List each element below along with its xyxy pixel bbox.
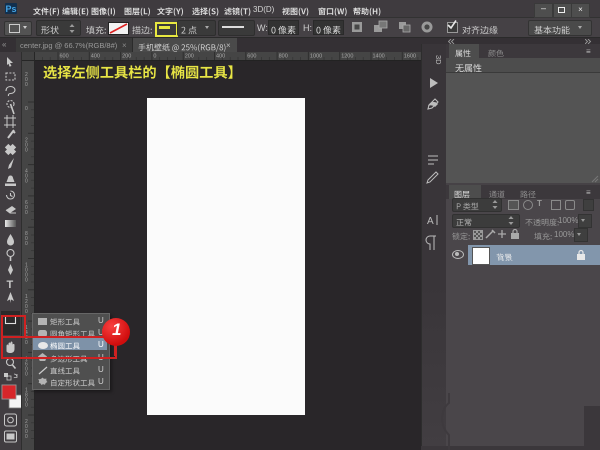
svg-text:0: 0 [25, 309, 28, 315]
svg-text:0: 0 [25, 82, 28, 88]
svg-text:0: 0 [25, 403, 28, 409]
svg-text:600: 600 [247, 54, 256, 60]
svg-text:0: 0 [25, 106, 28, 112]
svg-text:600: 600 [60, 54, 69, 60]
svg-text:200: 200 [185, 54, 194, 60]
svg-text:T: T [7, 279, 14, 291]
svg-text:200: 200 [122, 54, 131, 60]
svg-text:0: 0 [25, 147, 28, 153]
svg-text:3D: 3D [434, 55, 443, 65]
svg-text:0: 0 [153, 54, 156, 60]
svg-text:800: 800 [279, 54, 288, 60]
svg-text:A: A [427, 216, 434, 227]
svg-text:0: 0 [25, 179, 28, 185]
svg-text:0: 0 [25, 371, 28, 377]
svg-text:0: 0 [25, 434, 28, 440]
svg-text:0: 0 [25, 278, 28, 284]
svg-text:400: 400 [91, 54, 100, 60]
svg-text:400: 400 [216, 54, 225, 60]
svg-text:0: 0 [25, 210, 28, 216]
svg-text:0: 0 [25, 241, 28, 247]
